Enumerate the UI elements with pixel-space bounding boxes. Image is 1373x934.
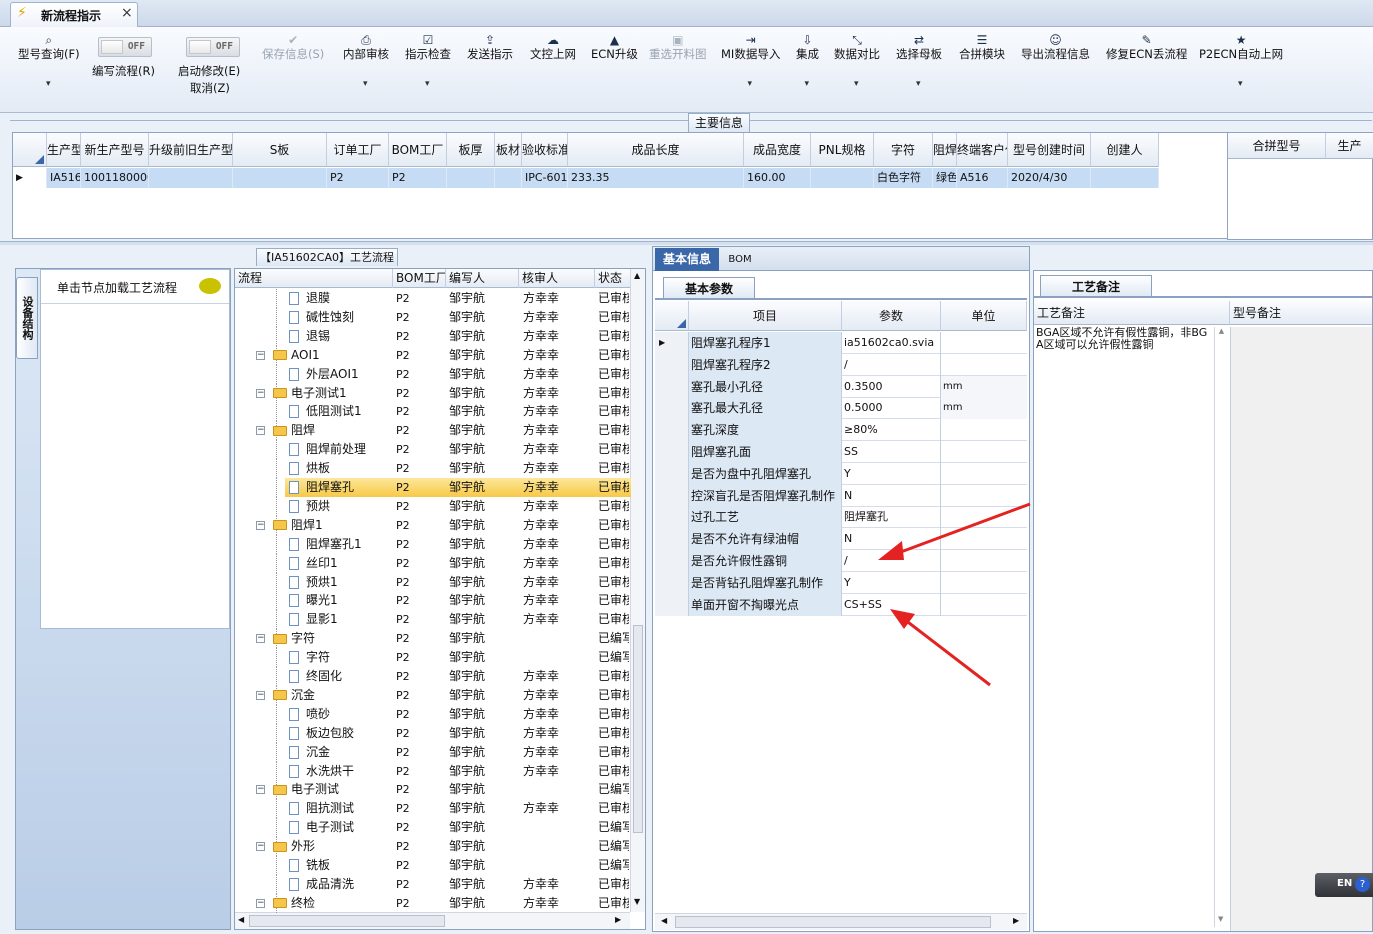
annotation-arrows <box>878 502 1031 687</box>
red-arrowhead-upper <box>878 541 904 560</box>
red-arrow-upper <box>889 502 1031 558</box>
red-arrow-lower <box>899 614 991 687</box>
